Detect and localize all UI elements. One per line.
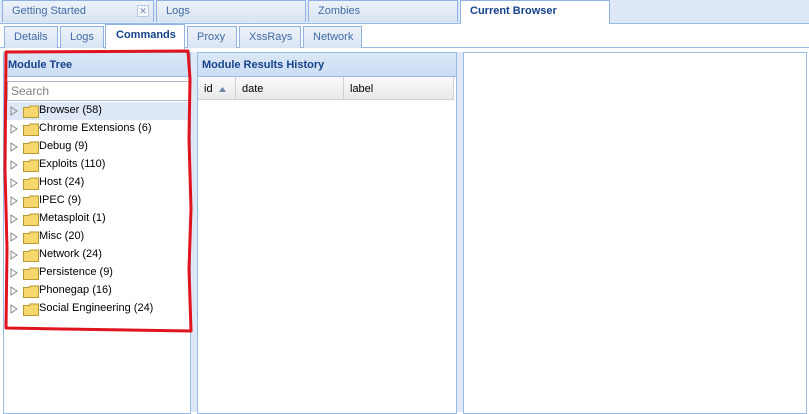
column-label: id [204,83,213,95]
tab-label: Commands [116,29,176,41]
tab-details[interactable]: Details [4,26,58,48]
tab-label: Getting Started [12,5,86,17]
top-tab-strip: Getting Started ✕ Logs Zombies Current B… [0,0,809,24]
tab-current-browser[interactable]: Current Browser [460,0,610,24]
tab-commands[interactable]: Commands [105,24,185,49]
tab-logs[interactable]: Logs [156,0,306,22]
tab-label: Proxy [197,31,226,43]
column-header-label[interactable]: label [344,77,454,100]
column-label: date [242,83,264,95]
tab-logs-sub[interactable]: Logs [60,26,104,48]
module-results-history-panel: Module Results History id date label [197,52,457,414]
sort-ascending-icon [218,86,226,92]
tab-label: Network [313,31,354,43]
tab-proxy[interactable]: Proxy [187,26,237,48]
tab-label: Current Browser [470,5,557,17]
browser-sub-tab-strip: Details Logs Commands Proxy XssRays Netw… [0,24,809,49]
column-header-date[interactable]: date [236,77,344,100]
tab-getting-started[interactable]: Getting Started ✕ [2,0,154,22]
column-header-id[interactable]: id [198,77,236,100]
tab-label: Logs [70,31,94,43]
tab-label: Zombies [318,5,361,17]
tab-label: XssRays [249,31,293,43]
tab-zombies[interactable]: Zombies [308,0,458,22]
tab-network[interactable]: Network [303,26,362,48]
tab-label: Logs [166,5,190,17]
command-detail-panel [463,52,807,414]
results-grid-header: id date label [198,77,456,101]
results-history-title: Module Results History [198,53,456,77]
highlight-annotation [3,49,193,333]
tab-xssrays[interactable]: XssRays [239,26,301,48]
close-icon[interactable]: ✕ [137,5,149,17]
tab-label: Details [14,31,48,43]
column-label: label [350,83,374,95]
